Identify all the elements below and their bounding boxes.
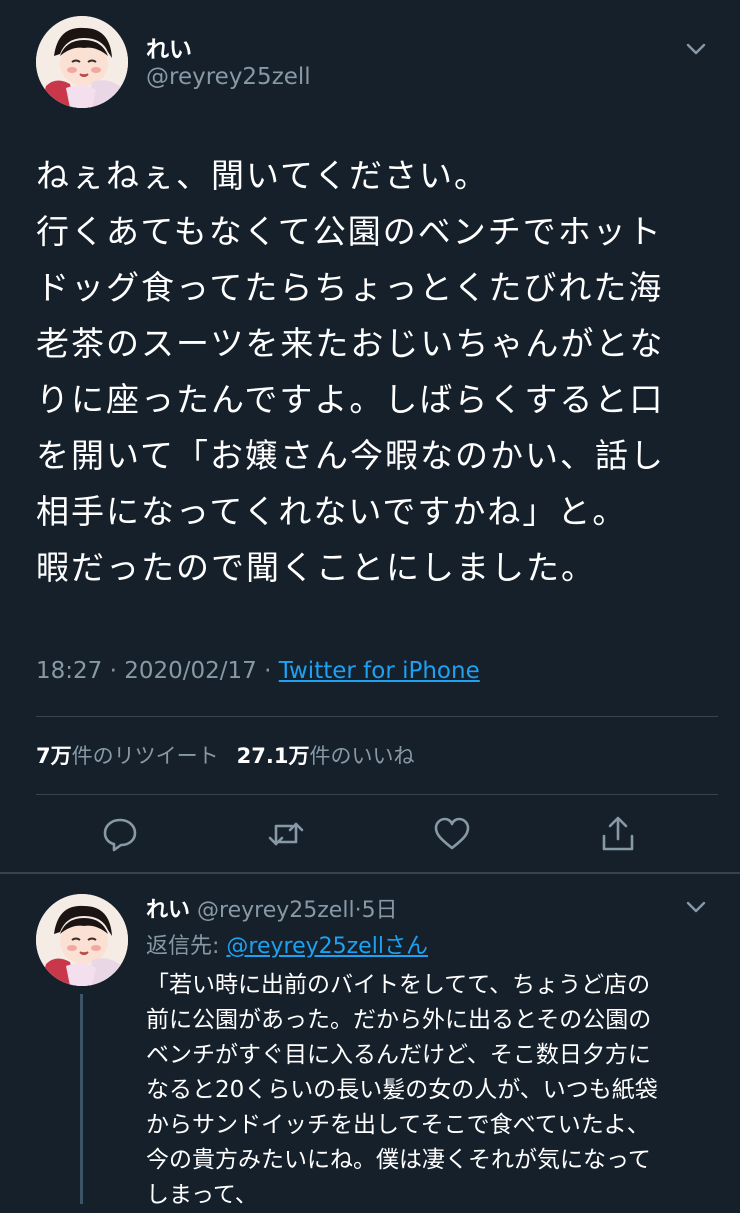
reply-header: れい @reyrey25zell·5日 xyxy=(146,892,398,924)
main-tweet: れい @reyrey25zell ねぇねぇ、聞いてください。 行くあてもなくて公… xyxy=(0,0,740,870)
meta-separator: · xyxy=(264,658,272,684)
handle[interactable]: @reyrey25zell xyxy=(197,898,355,923)
divider xyxy=(36,794,718,795)
meta-separator: · xyxy=(354,898,362,923)
reply-text-line: 前に公園があった。だから外に出るとその公園の xyxy=(146,1007,652,1033)
tweet-text: ねぇねぇ、聞いてください。 行くあてもなくて公園のベンチでホット ドッグ食ってた… xyxy=(36,148,716,596)
like-label: 件のいいね xyxy=(309,744,415,768)
retweet-stat[interactable]: 7万件のリツイート xyxy=(36,744,219,768)
section-divider xyxy=(0,872,740,874)
tweet-date: 2020/02/17 xyxy=(124,658,257,684)
chevron-down-icon[interactable] xyxy=(683,36,709,62)
tweet-age: 5日 xyxy=(361,898,398,923)
like-stat[interactable]: 27.1万件のいいね xyxy=(237,744,415,768)
chevron-down-icon[interactable] xyxy=(683,894,709,920)
tweet-stats: 7万件のリツイート 27.1万件のいいね xyxy=(36,740,414,770)
reply-text-line: ベンチがすぐ目に入るんだけど、そこ数日夕方に xyxy=(146,1042,651,1068)
tweet-meta: 18:27 · 2020/02/17 · Twitter for iPhone xyxy=(36,658,480,684)
retweet-icon[interactable] xyxy=(266,814,306,854)
avatar[interactable] xyxy=(36,16,128,108)
tweet-text-line: ねぇねぇ、聞いてください。 xyxy=(36,156,490,195)
display-name[interactable]: れい xyxy=(146,30,192,64)
reply-text: 「若い時に出前のバイトをしてて、ちょうど店の 前に公園があった。だから外に出ると… xyxy=(146,968,716,1213)
reply-text-line: 「若い時に出前のバイトをしてて、ちょうど店の xyxy=(146,972,651,998)
reply-icon[interactable] xyxy=(100,814,140,854)
tweet-text-line: 行くあてもなくて公園のベンチでホット xyxy=(36,212,663,251)
display-name[interactable]: れい xyxy=(146,898,190,923)
reply-text-line: 今の貴方みたいにね。僕は凄くそれが気になって xyxy=(146,1147,651,1173)
tweet-text-line: ドッグ食ってたらちょっとくたびれた海 xyxy=(36,268,664,307)
reply-to-mention[interactable]: @reyrey25zellさん xyxy=(226,934,428,959)
avatar[interactable] xyxy=(36,894,128,986)
reply-text-line: からサンドイッチを出してそこで食べていたよ、 xyxy=(146,1112,650,1138)
meta-separator: · xyxy=(109,658,117,684)
reply-text-line: なると20くらいの長い髪の女の人が、いつも紙袋 xyxy=(146,1077,658,1103)
reply-to-label: 返信先: xyxy=(146,934,227,959)
tweet-time: 18:27 xyxy=(36,658,103,684)
reply-to: 返信先: @reyrey25zellさん xyxy=(146,928,428,960)
tweet-text-line: りに座ったんですよ。しばらくすると口 xyxy=(36,380,665,419)
tweet-text-line: 老茶のスーツを来たおじいちゃんがとな xyxy=(36,324,665,363)
retweet-label: 件のリツイート xyxy=(71,744,219,768)
tweet-text-line: 相手になってくれないですかね」と。 xyxy=(36,492,628,531)
tweet-text-line: 暇だったので聞くことにしました。 xyxy=(36,548,596,587)
source-link[interactable]: Twitter for iPhone xyxy=(279,658,480,684)
like-count: 27.1万 xyxy=(236,744,310,768)
divider xyxy=(36,716,718,717)
retweet-count: 7万 xyxy=(36,744,72,768)
thread-line xyxy=(80,994,83,1204)
reply-text-line: しまって、 xyxy=(146,1182,258,1208)
handle[interactable]: @reyrey25zell xyxy=(146,64,311,90)
like-icon[interactable] xyxy=(432,814,472,854)
share-icon[interactable] xyxy=(598,814,638,854)
tweet-text-line: を開いて「お嬢さん今暇なのかい、話し xyxy=(36,436,666,475)
